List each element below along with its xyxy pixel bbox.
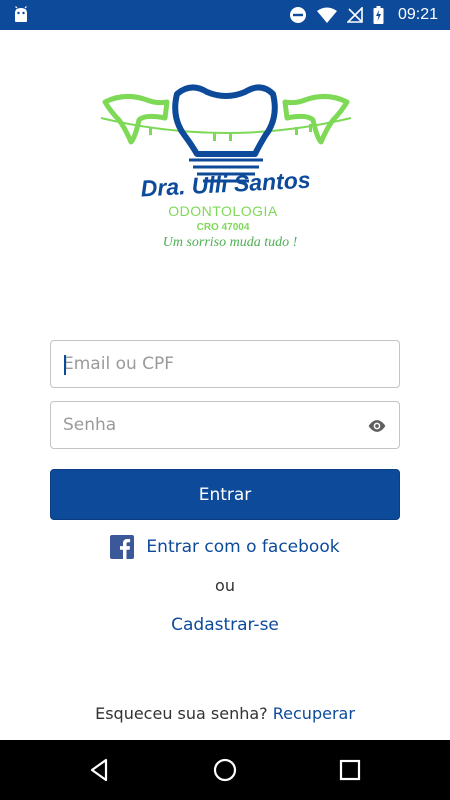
facebook-icon: [110, 535, 135, 559]
wifi-icon: [316, 7, 337, 23]
logo-registration: CRO 47004: [197, 222, 250, 233]
or-separator: ou: [215, 576, 235, 595]
recents-icon[interactable]: [336, 756, 364, 784]
battery-charging-icon: [373, 6, 384, 24]
home-icon[interactable]: [211, 756, 239, 784]
recover-password-link[interactable]: Recuperar: [273, 704, 355, 723]
no-signal-icon: [346, 7, 363, 23]
password-input[interactable]: [51, 402, 399, 448]
logo-subtitle: ODONTOLOGIA: [168, 203, 278, 219]
logo-tagline: Um sorriso muda tudo !: [163, 235, 298, 250]
text-cursor: [64, 355, 66, 375]
do-not-disturb-icon: [289, 7, 306, 23]
email-field[interactable]: [50, 340, 400, 388]
logo-name: Dra. Ulli Santos: [140, 167, 311, 202]
status-bar: 09:21: [0, 0, 450, 30]
forgot-password-row: Esqueceu sua senha? Recuperar: [0, 704, 450, 723]
login-button[interactable]: Entrar: [50, 469, 400, 520]
android-icon: [15, 6, 27, 22]
forgot-password-text: Esqueceu sua senha?: [95, 704, 268, 723]
back-icon[interactable]: [86, 756, 114, 784]
facebook-login-link[interactable]: Entrar com o facebook: [0, 534, 450, 560]
navigation-bar: [0, 740, 450, 800]
password-field[interactable]: [50, 401, 400, 449]
clinic-logo: Dra. Ulli Santos ODONTOLOGIA CRO 47004 U…: [95, 78, 357, 258]
facebook-login-label: Entrar com o facebook: [146, 537, 340, 557]
email-input[interactable]: [51, 341, 399, 387]
status-time: 09:21: [397, 6, 438, 23]
signup-link[interactable]: Cadastrar-se: [0, 615, 450, 635]
eye-icon[interactable]: [367, 416, 387, 436]
